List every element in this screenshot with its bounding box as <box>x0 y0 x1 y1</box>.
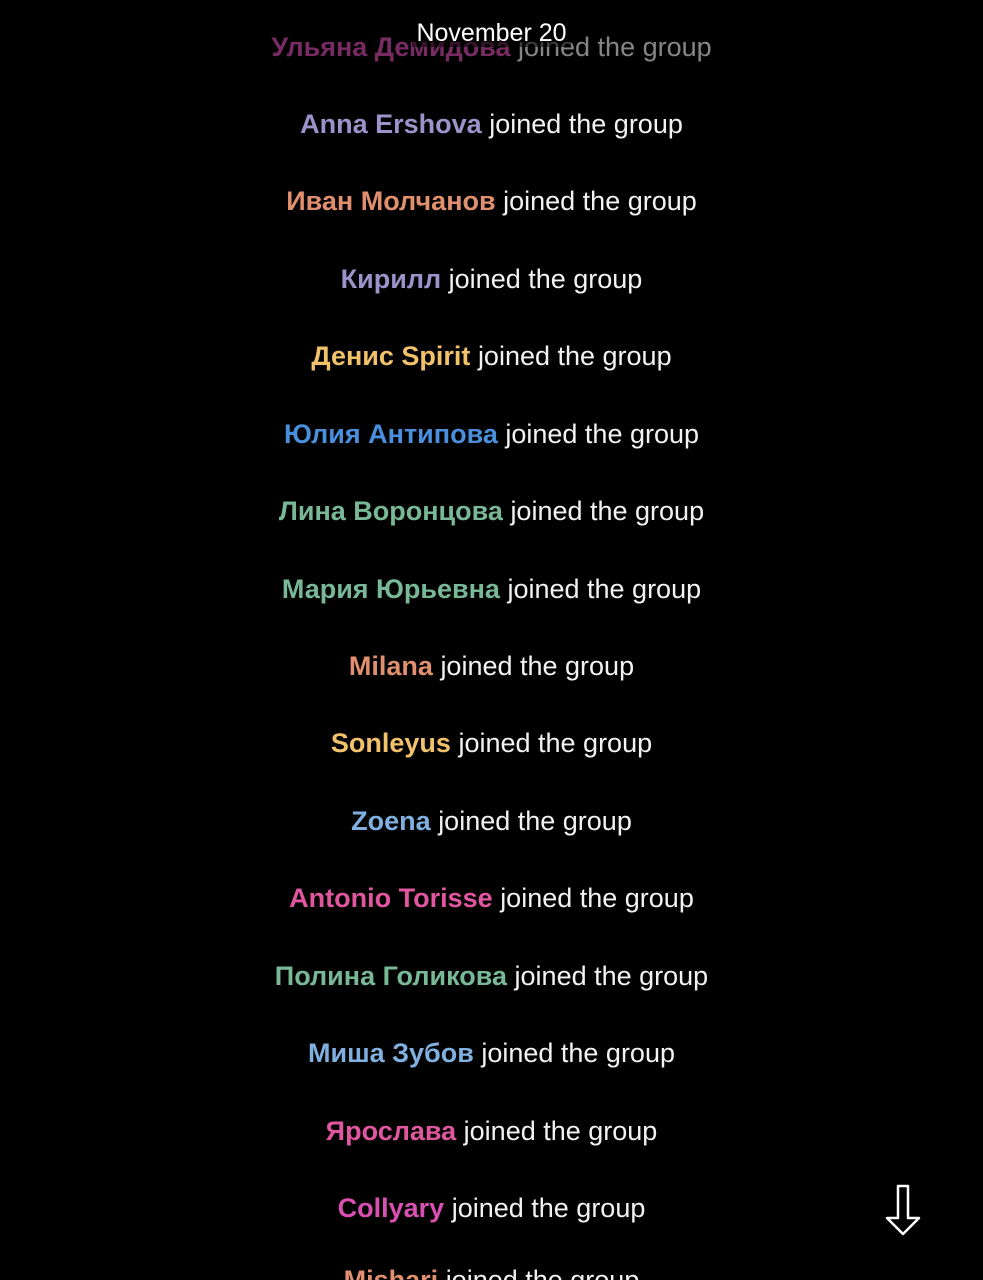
service-message: Zoena joined the group <box>0 804 983 838</box>
event-text: joined the group <box>489 109 683 139</box>
event-text: joined the group <box>517 32 712 62</box>
member-name[interactable]: Ульяна Демидова <box>271 32 510 62</box>
service-message: Anna Ershova joined the group <box>0 107 983 141</box>
member-name[interactable]: Лина Воронцова <box>279 496 503 526</box>
event-text: joined the group <box>477 341 672 371</box>
scroll-to-bottom-button[interactable] <box>878 1182 928 1238</box>
service-message: Денис Spirit joined the group <box>0 339 983 373</box>
member-name[interactable]: Миша Зубов <box>308 1038 474 1068</box>
service-message: Полина Голикова joined the group <box>0 959 983 993</box>
service-message: Antonio Torisse joined the group <box>0 881 983 915</box>
member-name[interactable]: Mishari <box>344 1265 439 1280</box>
member-name[interactable]: Полина Голикова <box>275 961 507 991</box>
event-text: joined the group <box>481 1038 675 1068</box>
event-text: joined the group <box>445 1265 640 1280</box>
event-text: joined the group <box>440 651 635 681</box>
member-name[interactable]: Денис Spirit <box>311 341 470 371</box>
member-name[interactable]: Юлия Антипова <box>284 419 498 449</box>
service-message: Юлия Антипова joined the group <box>0 417 983 451</box>
service-message: Ярослава joined the group <box>0 1114 983 1148</box>
member-name[interactable]: Antonio Torisse <box>289 883 493 913</box>
member-name[interactable]: Мария Юрьевна <box>282 574 500 604</box>
member-name[interactable]: Collyary <box>338 1193 445 1223</box>
event-text: joined the group <box>451 1193 646 1223</box>
service-message: Collyary joined the group <box>0 1191 983 1225</box>
event-text: joined the group <box>510 496 705 526</box>
event-text: joined the group <box>507 574 702 604</box>
member-name[interactable]: Ярослава <box>326 1116 456 1146</box>
event-text: joined the group <box>503 186 697 216</box>
member-name[interactable]: Zoena <box>351 806 431 836</box>
event-text: joined the group <box>458 728 653 758</box>
service-message: Кирилл joined the group <box>0 262 983 296</box>
service-message: Mishari joined the group <box>0 1263 983 1280</box>
service-message: Ульяна Демидова joined the group <box>0 30 983 64</box>
service-message: Лина Воронцова joined the group <box>0 494 983 528</box>
arrow-down-icon <box>885 1184 921 1236</box>
member-name[interactable]: Anna Ershova <box>300 109 482 139</box>
event-text: joined the group <box>438 806 632 836</box>
chat-history[interactable]: November 20 Ульяна Демидова joined the g… <box>0 0 983 1280</box>
event-text: joined the group <box>505 419 700 449</box>
service-message: Sonleyus joined the group <box>0 726 983 760</box>
member-name[interactable]: Кирилл <box>341 264 441 294</box>
service-message: Мария Юрьевна joined the group <box>0 572 983 606</box>
member-name[interactable]: Milana <box>349 651 433 681</box>
member-name[interactable]: Sonleyus <box>331 728 451 758</box>
service-message: Иван Молчанов joined the group <box>0 184 983 218</box>
service-message: Миша Зубов joined the group <box>0 1036 983 1070</box>
service-message: Milana joined the group <box>0 649 983 683</box>
member-name[interactable]: Иван Молчанов <box>286 186 495 216</box>
event-text: joined the group <box>448 264 643 294</box>
event-text: joined the group <box>463 1116 658 1146</box>
event-text: joined the group <box>514 961 709 991</box>
event-text: joined the group <box>500 883 694 913</box>
